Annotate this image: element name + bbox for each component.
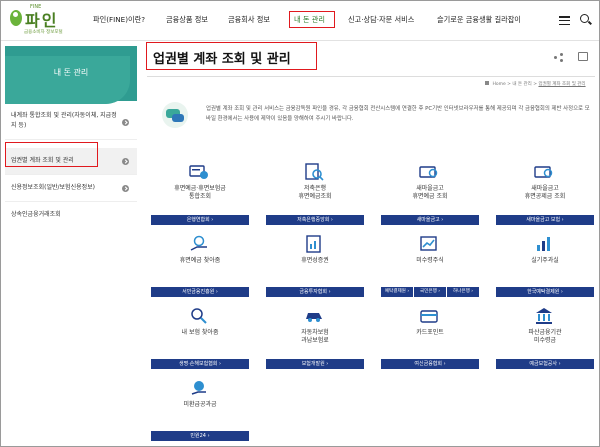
chart-document-icon — [306, 235, 321, 253]
card-savings-bank-dormant: 저축은행 휴면예금조회 저축은행중앙회 › — [266, 163, 364, 225]
card-label: 자동차보험 과납보험료 — [301, 329, 329, 344]
nav-highlight-box — [289, 11, 335, 28]
card-dormant-securities: 휴면성증권 금융투자협회 › — [266, 235, 364, 297]
site-logo[interactable]: FINE 파인 금융소비자 정보포털 — [8, 4, 78, 38]
card-label: 미수령주식 — [416, 257, 444, 264]
card-find-dormant-deposit: 휴면예금 찾아줌 서민금융진흥원 › — [151, 235, 249, 297]
card-mg-dormant-insurance: 새마을금고 휴면공제금 조회 새마을금고 보험 › — [496, 163, 594, 225]
share-icon[interactable] — [554, 53, 563, 62]
page-frame: FINE 파인 금융소비자 정보포털 파인(FINE)이란? 금융상품 정보 금… — [0, 0, 600, 447]
bank-card-icon — [189, 165, 208, 179]
card-label: 휴면성증권 — [301, 257, 329, 264]
card-bankrupt-institution-unclaimed: 파산금융기관 미수령금 예금보험공사 › — [496, 307, 594, 369]
card-button-ksd-korea[interactable]: 한국예탁결제원 › — [496, 287, 594, 297]
sidebar-item-account-integrated[interactable]: 내계좌 통합조회 및 관리(자동이체, 지급정지 등) — [5, 105, 137, 140]
intro-text: 업권별 계좌 조회 및 관리 서비스는 금융감독원 파인을 경유, 각 금융협회… — [206, 106, 590, 122]
card-stock-dividends: 실기주과실 한국예탁결제원 › — [496, 235, 594, 297]
card-button-mg-insurance[interactable]: 새마을금고 보험 › — [496, 215, 594, 225]
bar-chart-icon — [537, 237, 550, 251]
nav-products[interactable]: 금융상품 정보 — [166, 15, 208, 25]
sidebar-item-label: 신용정보조회(일반/보험신용정보) — [11, 184, 95, 191]
card-button-savings-bank-central[interactable]: 저축은행중앙회 › — [266, 215, 364, 225]
coin-hand-icon — [190, 235, 207, 251]
card-button-bank-federation[interactable]: 은행연합회 › — [151, 215, 249, 225]
nav-report-consult[interactable]: 신고·상담·자문 서비스 — [348, 15, 414, 25]
sidebar-item-inheritance[interactable]: 상속인금융거래조회 — [5, 202, 137, 228]
title-divider — [147, 76, 595, 77]
credit-card-icon — [420, 310, 438, 323]
wallet-search-icon — [419, 166, 438, 178]
card-label: 실기주과실 — [531, 257, 559, 264]
card-dormant-deposit-integrated: 휴면예금·휴면보험금 통합조회 은행연합회 › — [151, 163, 249, 225]
top-header: FINE 파인 금융소비자 정보포털 파인(FINE)이란? 금융상품 정보 금… — [1, 1, 599, 41]
chevron-right-icon — [122, 157, 129, 165]
search-document-icon — [305, 163, 324, 181]
print-icon[interactable] — [578, 52, 588, 61]
title-highlight-box — [146, 42, 317, 70]
wallet-search-icon — [534, 166, 553, 178]
card-label: 파산금융기관 미수령금 — [528, 329, 562, 344]
sidebar-highlight-box — [5, 142, 98, 167]
nav-about[interactable]: 파인(FINE)이란? — [93, 15, 145, 25]
search-person-icon — [191, 308, 207, 324]
chevron-right-icon — [122, 118, 129, 126]
chat-bubble-icon — [162, 102, 188, 128]
card-mg-dormant-deposit: 새마을금고 휴면예금 조회 새마을금고 › — [381, 163, 479, 225]
card-find-my-insurance: 내 보험 찾아줌 생명·손해보험협회 › — [151, 307, 249, 369]
card-card-points: 카드포인트 여신금융협회 › — [381, 307, 479, 369]
logo-subtitle: 금융소비자 정보포털 — [24, 30, 63, 35]
card-label: 새마을금고 휴면예금 조회 — [412, 185, 448, 200]
card-label: 휴면예금·휴면보험금 통합조회 — [174, 185, 226, 200]
card-button-insurance-associations[interactable]: 생명·손해보험협회 › — [151, 359, 249, 369]
search-icon[interactable] — [580, 14, 589, 23]
menu-icon[interactable] — [559, 16, 570, 26]
sidebar-title: 내 돈 관리 — [53, 68, 89, 77]
bank-building-icon — [536, 308, 552, 324]
card-button-ksd[interactable]: 예탁결제원 › — [381, 287, 413, 297]
card-unclaimed-stocks: 미수령주식 예탁결제원 › 국민은행 › 하나은행 › — [381, 235, 479, 297]
card-button-kofia[interactable]: 금융투자협회 › — [266, 287, 364, 297]
coin-refund-icon — [191, 381, 206, 395]
card-button-minwon24[interactable]: 민원24 › — [151, 431, 249, 441]
nav-finance-guide[interactable]: 슬기로운 금융생활 길라잡이 — [437, 15, 521, 25]
card-label: 저축은행 휴면예금조회 — [298, 185, 332, 200]
card-button-crefia[interactable]: 여신금융협회 › — [381, 359, 479, 369]
card-button-kdic[interactable]: 예금보험공사 › — [496, 359, 594, 369]
card-label: 내 보험 찾아줌 — [181, 329, 219, 336]
card-label: 미환급공과금 — [183, 401, 217, 408]
breadcrumb-level1[interactable]: 내 돈 관리 — [512, 82, 531, 87]
card-button-kb-bank[interactable]: 국민은행 › — [414, 287, 446, 297]
breadcrumb-home[interactable]: Home — [492, 82, 505, 87]
chevron-right-icon — [122, 184, 129, 192]
card-button-kinfa[interactable]: 서민금융진흥원 › — [151, 287, 249, 297]
nav-companies[interactable]: 금융회사 정보 — [228, 15, 270, 25]
sidebar-item-label: 상속인금융거래조회 — [11, 211, 61, 218]
logo-mark-icon — [10, 10, 22, 26]
sidebar-header-shape — [5, 56, 130, 104]
sidebar-item-credit-info[interactable]: 신용정보조회(일반/보험신용정보) — [5, 175, 137, 202]
card-label: 휴면예금 찾아줌 — [179, 257, 221, 264]
card-car-insurance-overpaid: 자동차보험 과납보험료 보험개발원 › — [266, 307, 364, 369]
card-button-kidi[interactable]: 보험개발원 › — [266, 359, 364, 369]
card-button-hana-bank[interactable]: 하나은행 › — [447, 287, 479, 297]
stock-chart-icon — [420, 236, 437, 251]
card-unrefunded-utility: 미환급공과금 민원24 › — [151, 379, 249, 441]
card-button-mg-community[interactable]: 새마을금고 › — [381, 215, 479, 225]
car-icon — [306, 313, 322, 322]
home-icon — [485, 81, 489, 85]
breadcrumb-current: 업권별 계좌 조회 및 관리 — [538, 82, 586, 87]
card-label: 새마을금고 휴면공제금 조회 — [524, 185, 566, 200]
sidebar-item-label: 내계좌 통합조회 및 관리(자동이체, 지급정지 등) — [11, 112, 117, 129]
logo-name: 파인 — [25, 11, 59, 30]
card-label: 카드포인트 — [416, 329, 444, 336]
breadcrumb: Home > 내 돈 관리 > 업권별 계좌 조회 및 관리 — [485, 81, 586, 87]
